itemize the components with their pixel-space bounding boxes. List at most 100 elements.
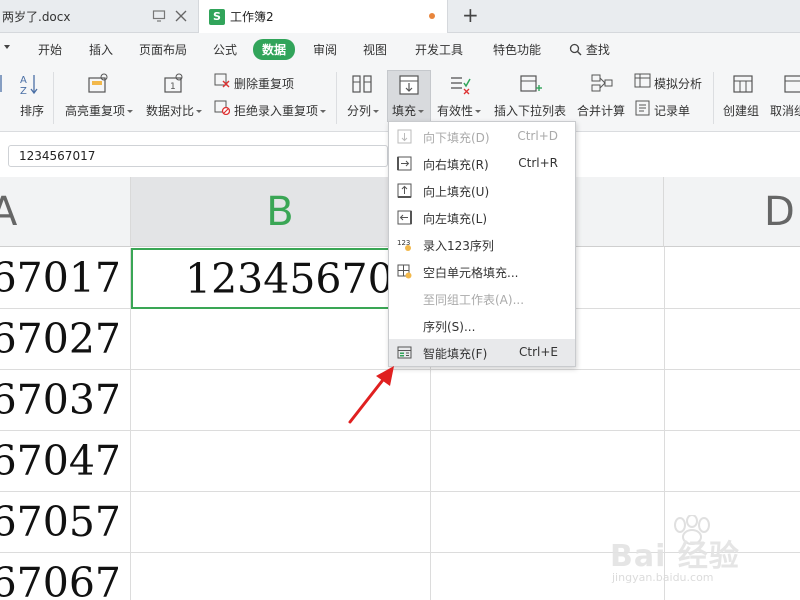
monitor-icon[interactable] — [152, 9, 166, 23]
svg-text:1: 1 — [170, 82, 176, 92]
record-form-button[interactable]: 记录单 — [654, 102, 690, 119]
column-header-a[interactable]: A — [0, 177, 131, 247]
cell-a3-value: 1234567037 — [0, 376, 121, 424]
selected-cell-b1[interactable]: 1234567017 — [131, 248, 431, 309]
simulate-analysis-icon — [634, 72, 652, 90]
menu-collapse-chevron-icon[interactable] — [4, 45, 10, 49]
menu-view[interactable]: 视图 — [363, 41, 387, 58]
smart-fill-shortcut: Ctrl+E — [519, 345, 558, 359]
annotation-arrow-icon — [348, 366, 394, 424]
reject-duplicates-icon — [214, 99, 231, 116]
spreadsheet-app-icon: S — [209, 8, 225, 25]
sort-partial-icon[interactable] — [0, 72, 18, 94]
new-tab-button[interactable]: + — [462, 5, 479, 25]
menu-search[interactable]: 查找 — [569, 41, 610, 58]
ribbon-divider — [713, 72, 714, 124]
doc-tab-workbook-label: 工作簿2 — [230, 10, 274, 24]
cell-a4[interactable]: 1234567047 — [0, 431, 131, 492]
menu-formula[interactable]: 公式 — [213, 41, 237, 58]
fill-icon — [397, 73, 419, 95]
close-tab-icon[interactable] — [174, 9, 188, 23]
insert-dropdown-list-icon[interactable] — [518, 72, 542, 94]
create-group-icon[interactable] — [731, 72, 753, 94]
enter-123-sequence-item[interactable]: 123 录入123序列 — [389, 231, 575, 258]
search-icon — [569, 43, 582, 56]
series-item[interactable]: 序列(S)... — [389, 312, 575, 339]
cell-a2[interactable]: 1234567027 — [0, 309, 131, 370]
menu-data[interactable]: 数据 — [253, 39, 296, 60]
insert-dropdown-list-button[interactable]: 插入下拉列表 — [494, 102, 566, 119]
to-group-sheets-label: 至同组工作表(A)... — [423, 293, 525, 307]
highlight-duplicates-button[interactable]: 高亮重复项 — [65, 102, 134, 119]
chevron-down-icon — [127, 110, 134, 113]
merge-calc-icon[interactable] — [590, 72, 613, 94]
split-button[interactable]: 分列 — [347, 102, 380, 119]
fill-button-label-wrap: 填充 — [392, 102, 425, 119]
delete-duplicates-button[interactable]: 删除重复项 — [234, 75, 294, 92]
chevron-down-icon — [196, 110, 203, 113]
to-group-sheets-item[interactable]: 至同组工作表(A)... — [389, 285, 575, 312]
cell-a6[interactable]: 1234567067 — [0, 553, 131, 600]
fill-up-icon — [397, 183, 412, 198]
split-columns-icon[interactable] — [350, 72, 372, 94]
sort-az-icon[interactable]: AZ — [18, 72, 40, 97]
reject-duplicates-button[interactable]: 拒绝录入重复项 — [234, 102, 327, 119]
data-compare-button[interactable]: 数据对比 — [146, 102, 203, 119]
fill-up-item[interactable]: 向上填充(U) — [389, 177, 575, 204]
validity-button[interactable]: 有效性 — [437, 102, 482, 119]
smart-fill-icon — [397, 346, 412, 359]
menu-search-label: 查找 — [585, 43, 610, 57]
fill-label: 填充 — [392, 104, 417, 118]
column-header-d-label: D — [764, 188, 795, 235]
menu-page-layout[interactable]: 页面布局 — [139, 41, 187, 58]
cell-a1-value: 1234567017 — [0, 254, 121, 302]
fill-up-label: 向上填充(U) — [423, 185, 490, 199]
fill-down-item[interactable]: 向下填充(D) Ctrl+D — [389, 123, 575, 150]
fill-left-icon — [397, 210, 412, 225]
simulate-analysis-button[interactable]: 模拟分析 — [654, 75, 702, 92]
enter-123-sequence-label: 录入123序列 — [423, 239, 494, 253]
ungroup-button[interactable]: 取消组 — [770, 102, 800, 119]
fill-left-item[interactable]: 向左填充(L) — [389, 204, 575, 231]
cell-a3[interactable]: 1234567037 — [0, 370, 131, 431]
cell-a1[interactable]: 1234567017 — [0, 248, 131, 309]
fill-down-shortcut: Ctrl+D — [517, 129, 558, 143]
create-group-button[interactable]: 创建组 — [723, 102, 759, 119]
menu-special[interactable]: 特色功能 — [493, 41, 541, 58]
highlight-duplicates-icon[interactable] — [86, 72, 108, 94]
ribbon-divider — [336, 72, 337, 124]
sequence-123-icon: 123 — [397, 239, 411, 251]
document-tab-bar: 两岁了.docx S 工作簿2 + — [0, 0, 800, 33]
reject-duplicates-label: 拒绝录入重复项 — [234, 104, 319, 118]
chevron-down-icon — [320, 110, 327, 113]
validity-icon[interactable] — [448, 72, 471, 95]
merge-calc-button[interactable]: 合并计算 — [577, 102, 625, 119]
column-header-d[interactable]: D — [664, 177, 800, 247]
data-compare-icon[interactable]: 1 — [162, 72, 184, 94]
cell-a2-value: 1234567027 — [0, 315, 121, 363]
cell-a4-value: 1234567047 — [0, 437, 121, 485]
table-row: 1234567047 — [0, 431, 800, 492]
menu-review[interactable]: 审阅 — [313, 41, 337, 58]
doc-tab-workbook[interactable]: S 工作簿2 — [198, 0, 448, 33]
fill-right-icon — [397, 156, 412, 171]
ribbon-divider — [53, 72, 54, 124]
blank-cell-fill-item[interactable]: 空白单元格填充... — [389, 258, 575, 285]
svg-text:Z: Z — [20, 86, 27, 96]
split-label: 分列 — [347, 104, 372, 118]
sort-button[interactable]: 排序 — [20, 102, 44, 119]
baidu-watermark-logo: Bai 经验 jingyan.baidu.com — [608, 515, 796, 595]
cell-a5-value: 1234567057 — [0, 498, 121, 546]
menu-insert[interactable]: 插入 — [89, 41, 113, 58]
cell-a5[interactable]: 1234567057 — [0, 492, 131, 553]
smart-fill-item[interactable]: 智能填充(F) Ctrl+E — [389, 339, 575, 366]
fill-right-item[interactable]: 向右填充(R) Ctrl+R — [389, 150, 575, 177]
ungroup-icon[interactable] — [782, 72, 800, 94]
formula-input[interactable]: 1234567017 — [8, 145, 388, 167]
doc-tab-docx[interactable]: 两岁了.docx — [0, 0, 196, 33]
fill-left-label: 向左填充(L) — [423, 212, 488, 226]
unsaved-indicator-icon — [429, 13, 435, 19]
menu-home[interactable]: 开始 — [38, 41, 62, 58]
menu-developer[interactable]: 开发工具 — [415, 41, 463, 58]
column-header-b[interactable]: B — [131, 177, 430, 247]
